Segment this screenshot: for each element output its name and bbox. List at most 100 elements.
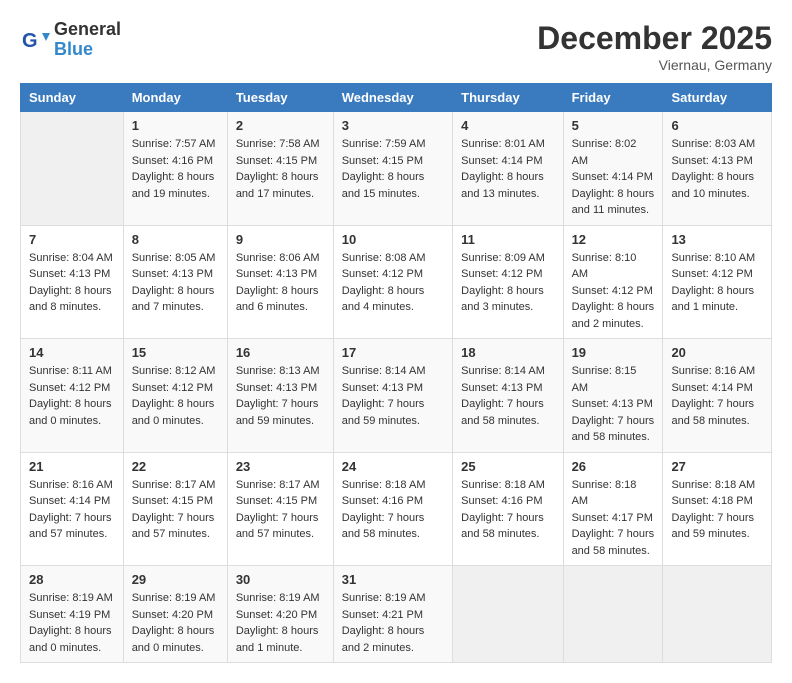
day-number: 4	[461, 118, 554, 133]
calendar-cell: 7 Sunrise: 8:04 AM Sunset: 4:13 PM Dayli…	[21, 225, 124, 339]
daylight-text: Daylight: 8 hours and 1 minute.	[671, 285, 754, 314]
daylight-text: Daylight: 7 hours and 58 minutes.	[461, 512, 544, 541]
daylight-text: Daylight: 8 hours and 10 minutes.	[671, 171, 754, 200]
header-sunday: Sunday	[21, 84, 124, 112]
cell-info: Sunrise: 8:18 AM Sunset: 4:18 PM Dayligh…	[671, 477, 763, 543]
calendar-cell	[453, 566, 563, 663]
logo: G General Blue	[20, 20, 121, 60]
day-number: 5	[572, 118, 655, 133]
cell-info: Sunrise: 8:15 AM Sunset: 4:13 PM Dayligh…	[572, 363, 655, 446]
calendar-header-row: SundayMondayTuesdayWednesdayThursdayFrid…	[21, 84, 772, 112]
daylight-text: Daylight: 7 hours and 58 minutes.	[671, 398, 754, 427]
sunset-text: Sunset: 4:13 PM	[132, 268, 213, 280]
day-number: 14	[29, 345, 115, 360]
sunset-text: Sunset: 4:13 PM	[671, 155, 752, 167]
cell-info: Sunrise: 8:17 AM Sunset: 4:15 PM Dayligh…	[132, 477, 219, 543]
sunrise-text: Sunrise: 8:03 AM	[671, 138, 755, 150]
day-number: 28	[29, 572, 115, 587]
calendar-cell: 17 Sunrise: 8:14 AM Sunset: 4:13 PM Dayl…	[333, 339, 452, 453]
calendar-cell: 28 Sunrise: 8:19 AM Sunset: 4:19 PM Dayl…	[21, 566, 124, 663]
day-number: 12	[572, 232, 655, 247]
cell-info: Sunrise: 8:06 AM Sunset: 4:13 PM Dayligh…	[236, 250, 325, 316]
sunrise-text: Sunrise: 8:19 AM	[132, 592, 216, 604]
daylight-text: Daylight: 7 hours and 58 minutes.	[461, 398, 544, 427]
calendar-cell: 22 Sunrise: 8:17 AM Sunset: 4:15 PM Dayl…	[123, 452, 227, 566]
calendar-cell: 27 Sunrise: 8:18 AM Sunset: 4:18 PM Dayl…	[663, 452, 772, 566]
daylight-text: Daylight: 7 hours and 57 minutes.	[132, 512, 215, 541]
day-number: 16	[236, 345, 325, 360]
daylight-text: Daylight: 8 hours and 0 minutes.	[29, 625, 112, 654]
daylight-text: Daylight: 7 hours and 58 minutes.	[342, 512, 425, 541]
sunrise-text: Sunrise: 8:14 AM	[461, 365, 545, 377]
sunrise-text: Sunrise: 8:19 AM	[29, 592, 113, 604]
cell-info: Sunrise: 7:59 AM Sunset: 4:15 PM Dayligh…	[342, 136, 444, 202]
calendar-cell: 15 Sunrise: 8:12 AM Sunset: 4:12 PM Dayl…	[123, 339, 227, 453]
daylight-text: Daylight: 8 hours and 15 minutes.	[342, 171, 425, 200]
calendar-cell: 5 Sunrise: 8:02 AM Sunset: 4:14 PM Dayli…	[563, 112, 663, 226]
cell-info: Sunrise: 7:58 AM Sunset: 4:15 PM Dayligh…	[236, 136, 325, 202]
calendar-cell: 14 Sunrise: 8:11 AM Sunset: 4:12 PM Dayl…	[21, 339, 124, 453]
sunrise-text: Sunrise: 8:16 AM	[29, 479, 113, 491]
logo-line2: Blue	[54, 40, 121, 60]
day-number: 26	[572, 459, 655, 474]
daylight-text: Daylight: 8 hours and 1 minute.	[236, 625, 319, 654]
calendar-cell: 12 Sunrise: 8:10 AM Sunset: 4:12 PM Dayl…	[563, 225, 663, 339]
sunset-text: Sunset: 4:16 PM	[461, 495, 542, 507]
day-number: 19	[572, 345, 655, 360]
daylight-text: Daylight: 8 hours and 17 minutes.	[236, 171, 319, 200]
daylight-text: Daylight: 7 hours and 58 minutes.	[572, 528, 655, 557]
daylight-text: Daylight: 8 hours and 7 minutes.	[132, 285, 215, 314]
day-number: 6	[671, 118, 763, 133]
sunset-text: Sunset: 4:18 PM	[671, 495, 752, 507]
sunrise-text: Sunrise: 8:15 AM	[572, 365, 637, 394]
daylight-text: Daylight: 8 hours and 2 minutes.	[342, 625, 425, 654]
day-number: 24	[342, 459, 444, 474]
daylight-text: Daylight: 7 hours and 59 minutes.	[236, 398, 319, 427]
calendar-cell: 10 Sunrise: 8:08 AM Sunset: 4:12 PM Dayl…	[333, 225, 452, 339]
sunset-text: Sunset: 4:12 PM	[572, 285, 653, 297]
daylight-text: Daylight: 7 hours and 57 minutes.	[236, 512, 319, 541]
calendar-table: SundayMondayTuesdayWednesdayThursdayFrid…	[20, 83, 772, 663]
logo-icon: G	[20, 25, 50, 55]
day-number: 10	[342, 232, 444, 247]
calendar-cell: 9 Sunrise: 8:06 AM Sunset: 4:13 PM Dayli…	[227, 225, 333, 339]
day-number: 30	[236, 572, 325, 587]
sunrise-text: Sunrise: 8:01 AM	[461, 138, 545, 150]
sunset-text: Sunset: 4:21 PM	[342, 609, 423, 621]
calendar-cell: 18 Sunrise: 8:14 AM Sunset: 4:13 PM Dayl…	[453, 339, 563, 453]
cell-info: Sunrise: 8:05 AM Sunset: 4:13 PM Dayligh…	[132, 250, 219, 316]
day-number: 27	[671, 459, 763, 474]
sunrise-text: Sunrise: 8:18 AM	[461, 479, 545, 491]
day-number: 15	[132, 345, 219, 360]
calendar-cell: 13 Sunrise: 8:10 AM Sunset: 4:12 PM Dayl…	[663, 225, 772, 339]
logo-line1: General	[54, 20, 121, 40]
sunset-text: Sunset: 4:13 PM	[236, 382, 317, 394]
cell-info: Sunrise: 8:18 AM Sunset: 4:16 PM Dayligh…	[342, 477, 444, 543]
page-header: G General Blue December 2025 Viernau, Ge…	[20, 20, 772, 73]
location: Viernau, Germany	[537, 57, 772, 73]
sunset-text: Sunset: 4:16 PM	[342, 495, 423, 507]
sunset-text: Sunset: 4:12 PM	[671, 268, 752, 280]
calendar-cell: 26 Sunrise: 8:18 AM Sunset: 4:17 PM Dayl…	[563, 452, 663, 566]
sunset-text: Sunset: 4:13 PM	[461, 382, 542, 394]
calendar-cell: 6 Sunrise: 8:03 AM Sunset: 4:13 PM Dayli…	[663, 112, 772, 226]
header-friday: Friday	[563, 84, 663, 112]
daylight-text: Daylight: 8 hours and 0 minutes.	[132, 625, 215, 654]
daylight-text: Daylight: 7 hours and 58 minutes.	[572, 415, 655, 444]
sunrise-text: Sunrise: 8:18 AM	[572, 479, 637, 508]
daylight-text: Daylight: 8 hours and 6 minutes.	[236, 285, 319, 314]
sunset-text: Sunset: 4:12 PM	[29, 382, 110, 394]
day-number: 2	[236, 118, 325, 133]
cell-info: Sunrise: 8:03 AM Sunset: 4:13 PM Dayligh…	[671, 136, 763, 202]
cell-info: Sunrise: 8:18 AM Sunset: 4:17 PM Dayligh…	[572, 477, 655, 560]
day-number: 1	[132, 118, 219, 133]
cell-info: Sunrise: 8:14 AM Sunset: 4:13 PM Dayligh…	[461, 363, 554, 429]
cell-info: Sunrise: 8:19 AM Sunset: 4:21 PM Dayligh…	[342, 590, 444, 656]
calendar-cell: 29 Sunrise: 8:19 AM Sunset: 4:20 PM Dayl…	[123, 566, 227, 663]
sunrise-text: Sunrise: 8:08 AM	[342, 252, 426, 264]
sunset-text: Sunset: 4:20 PM	[236, 609, 317, 621]
calendar-week-row: 21 Sunrise: 8:16 AM Sunset: 4:14 PM Dayl…	[21, 452, 772, 566]
calendar-cell: 25 Sunrise: 8:18 AM Sunset: 4:16 PM Dayl…	[453, 452, 563, 566]
sunrise-text: Sunrise: 8:02 AM	[572, 138, 637, 167]
cell-info: Sunrise: 8:19 AM Sunset: 4:20 PM Dayligh…	[132, 590, 219, 656]
